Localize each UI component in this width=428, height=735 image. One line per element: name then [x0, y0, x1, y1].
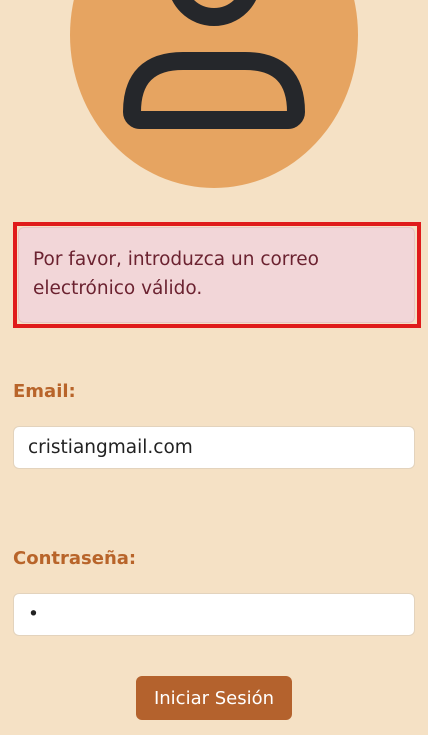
- email-label: Email:: [13, 381, 76, 402]
- password-field[interactable]: [13, 593, 415, 636]
- password-label: Contraseña:: [13, 548, 137, 569]
- user-icon: [123, 0, 305, 129]
- error-message: Por favor, introduzca un correo electrón…: [33, 249, 319, 299]
- login-button[interactable]: Iniciar Sesión: [136, 676, 292, 720]
- avatar: [70, 0, 358, 188]
- error-alert: Por favor, introduzca un correo electrón…: [18, 227, 415, 323]
- email-field[interactable]: [13, 426, 415, 469]
